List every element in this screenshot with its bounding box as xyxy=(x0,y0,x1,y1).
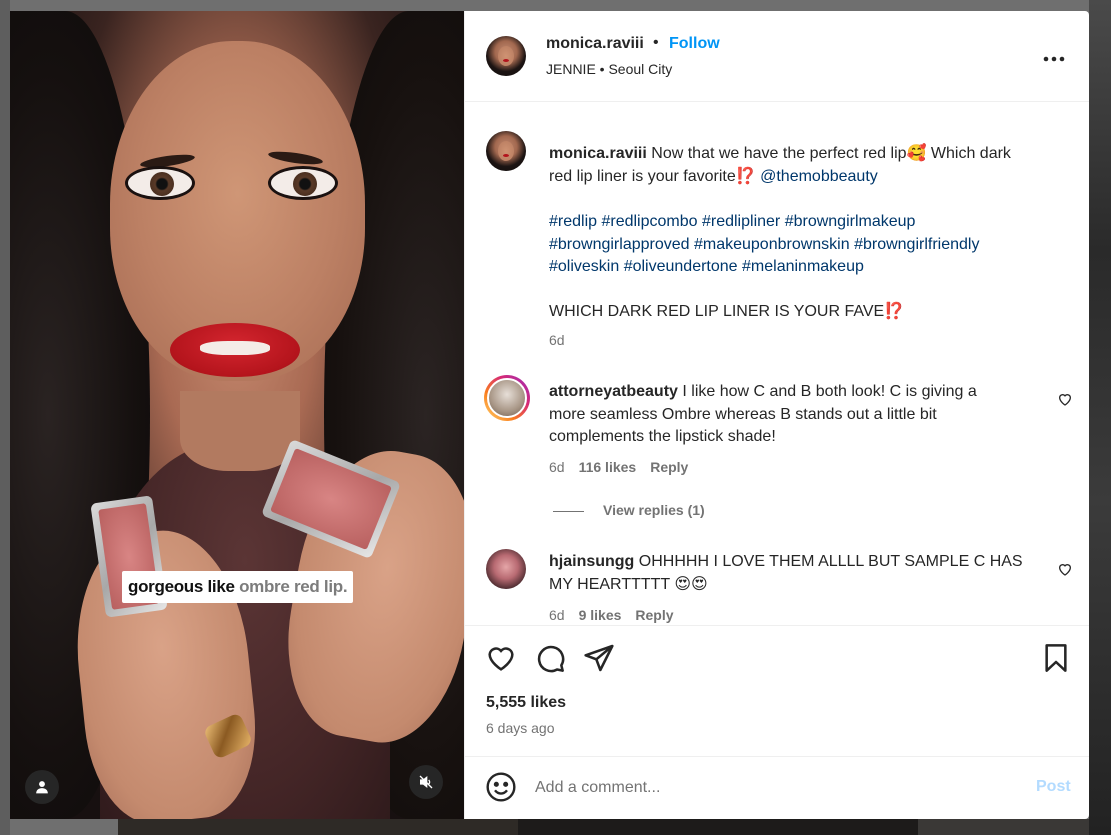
view-replies-label: View replies (1) xyxy=(603,502,705,518)
comment-1-reply-button[interactable]: Reply xyxy=(650,459,688,475)
caption-author-avatar[interactable] xyxy=(486,131,526,171)
view-replies-divider xyxy=(553,510,584,512)
video-frame-neck xyxy=(180,391,300,471)
commenter-avatar[interactable] xyxy=(486,549,526,589)
comment-1-like-icon[interactable] xyxy=(1057,391,1073,407)
feed-tile-bottom-1[interactable] xyxy=(118,819,518,835)
comment-1-line-2: more seamless Ombre whereas B stands out… xyxy=(549,406,937,423)
feed-tile-bottom-3[interactable] xyxy=(918,819,1089,835)
comment-2-line-1: hjainsungg OHHHHH I LOVE THEM ALLLL BUT … xyxy=(549,550,1023,573)
feed-tile-bottom-2[interactable] xyxy=(518,819,918,835)
comment-1-line-1: attorneyatbeauty I like how C and B both… xyxy=(549,380,977,403)
author-username[interactable]: monica.raviii xyxy=(546,35,644,53)
caption-line-1: monica.raviii Now that we have the perfe… xyxy=(549,142,1011,165)
caption-text-1: Now that we have the perfect red lip🥰 Wh… xyxy=(646,145,1011,162)
comment-2-text-1: OHHHHH I LOVE THEM ALLLL BUT SAMPLE C HA… xyxy=(634,553,1023,570)
author-avatar[interactable] xyxy=(486,36,526,76)
more-options-button[interactable] xyxy=(1043,45,1065,68)
video-frame-eye-right xyxy=(268,166,338,200)
speaker-muted-icon xyxy=(419,775,433,789)
comment-2-likes[interactable]: 9 likes xyxy=(579,607,622,623)
post-video[interactable]: gorgeous like ombre red lip. xyxy=(10,11,464,819)
commenter-avatar-story-ring[interactable] xyxy=(484,375,530,421)
emoji-smiley-icon[interactable] xyxy=(485,771,517,803)
like-heart-icon[interactable] xyxy=(485,642,517,674)
comment-1-time[interactable]: 6d xyxy=(549,459,565,475)
post-details-panel: monica.raviii • Follow JENNIE • Seoul Ci… xyxy=(464,11,1089,819)
video-caption-overlay: gorgeous like ombre red lip. xyxy=(122,571,354,603)
caption-mention-link[interactable]: @themobbeauty xyxy=(760,168,878,185)
user-icon xyxy=(36,781,48,794)
comment-1-author[interactable]: attorneyatbeauty xyxy=(549,383,678,400)
comment-composer: Post xyxy=(465,756,1089,819)
follow-button[interactable]: Follow xyxy=(669,35,720,53)
comment-2-time[interactable]: 6d xyxy=(549,607,565,623)
post-action-bar xyxy=(465,625,1089,685)
video-frame-eye-left xyxy=(125,166,195,200)
comment-2-like-icon[interactable] xyxy=(1057,561,1073,577)
caption-hashtags-1[interactable]: #redlip #redlipcombo #redlipliner #brown… xyxy=(549,210,915,233)
comment-2-reply-button[interactable]: Reply xyxy=(635,607,673,623)
more-horizontal-icon xyxy=(1043,56,1065,62)
comment-2-meta: 6d 9 likes Reply xyxy=(549,607,674,623)
video-frame-teeth xyxy=(200,341,270,355)
caption-shout: WHICH DARK RED LIP LINER IS YOUR FAVE⁉️ xyxy=(549,303,905,320)
post-modal: gorgeous like ombre red lip. monica.ravi… xyxy=(10,11,1089,819)
save-bookmark-icon[interactable] xyxy=(1040,642,1072,674)
header-separator: • xyxy=(653,34,659,51)
caption-line-2: red lip liner is your favorite⁉️ @themob… xyxy=(549,165,878,188)
view-replies-button[interactable]: View replies (1) xyxy=(553,502,705,518)
tagged-users-button[interactable] xyxy=(25,770,59,804)
feed-tile-right[interactable] xyxy=(1089,0,1111,835)
comment-1-meta: 6d 116 likes Reply xyxy=(549,459,688,475)
caption-text-2: red lip liner is your favorite⁉️ xyxy=(549,168,761,185)
comment-input[interactable] xyxy=(535,775,1005,801)
comment-1-line-3: complements the lipstick shade! xyxy=(549,428,776,445)
comment-bubble-icon[interactable] xyxy=(534,642,566,674)
share-paper-plane-icon[interactable] xyxy=(583,642,615,674)
comments-section[interactable]: monica.raviii Now that we have the perfe… xyxy=(465,103,1089,624)
comment-1-likes[interactable]: 116 likes xyxy=(579,459,637,475)
comment-2-author[interactable]: hjainsungg xyxy=(549,553,634,570)
caption-author[interactable]: monica.raviii xyxy=(549,145,647,162)
caption-timestamp[interactable]: 6d xyxy=(549,332,565,348)
comment-1-text-1: I like how C and B both look! C is givin… xyxy=(677,383,977,400)
caption-hashtags-2[interactable]: #browngirlapproved #makeuponbrownskin #b… xyxy=(549,233,979,256)
post-comment-button[interactable]: Post xyxy=(1036,778,1071,796)
post-age[interactable]: 6 days ago xyxy=(486,720,555,736)
mute-toggle-button[interactable] xyxy=(409,765,443,799)
post-header: monica.raviii • Follow JENNIE • Seoul Ci… xyxy=(465,11,1089,102)
audio-location-label[interactable]: JENNIE • Seoul City xyxy=(546,61,672,77)
video-caption-soft: ombre red lip. xyxy=(234,577,348,596)
caption-hashtags-3[interactable]: #oliveskin #oliveundertone #melaninmakeu… xyxy=(549,255,864,278)
likes-count[interactable]: 5,555 likes xyxy=(486,694,566,712)
feed-tile-left xyxy=(0,0,10,835)
video-caption-strong: gorgeous like xyxy=(128,577,235,596)
comment-2-line-2: MY HEARTTTTT 😍😍 xyxy=(549,576,708,593)
